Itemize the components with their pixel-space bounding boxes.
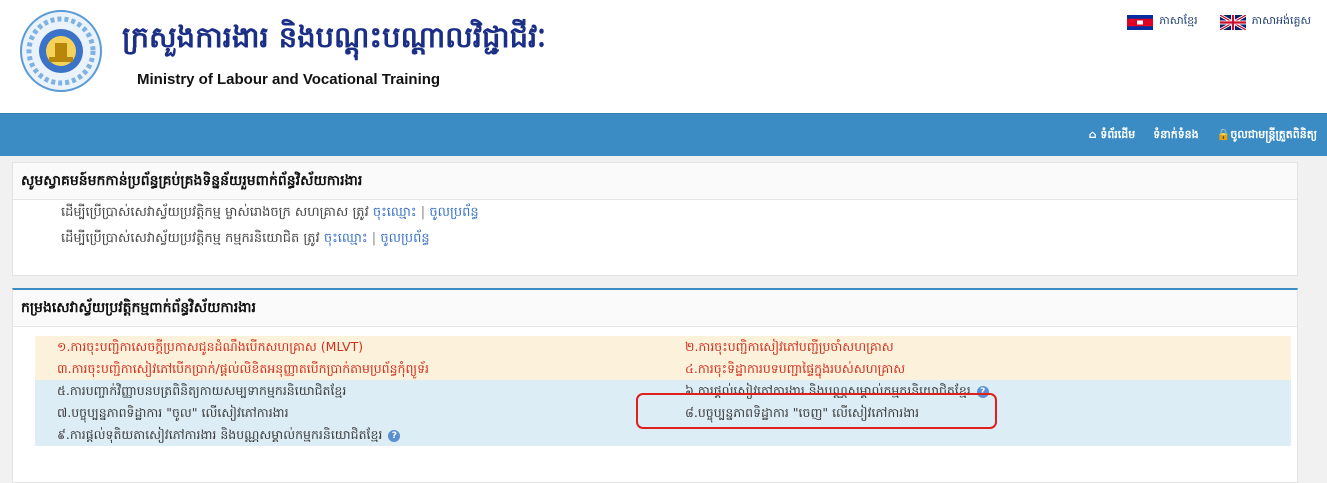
lock-icon: 🔒 [1216,128,1231,141]
services-row: ៧.បច្ចុប្បន្នភាពទិដ្ឋាការ "ចូល" លើសៀវភៅក… [35,402,1291,424]
service-6-link[interactable]: ៦.ការផ្តល់សៀវភៅការងារ និងបណ្ណសម្គាល់កម្ម… [663,380,1291,402]
service-2-link[interactable]: ២.ការចុះបញ្ជិកាសៀវភៅបញ្ជីប្រចាំសហគ្រាស [663,336,1291,358]
service-5-link[interactable]: ៥.ការបញ្ចាក់វិញ្ញាបនបត្រពិនិត្យកាយសម្បទា… [35,380,663,402]
nav-inspector-login[interactable]: 🔒ចូលជាមន្រ្តីត្រួតពិនិត្យ [1217,128,1317,144]
services-row: ១.ការចុះបញ្ជិកាសេចក្តីប្រកាសជូនដំណឹងបើកស… [35,336,1291,358]
nav-contact[interactable]: ទំនាក់ទំនង [1153,128,1198,144]
worker-access-line: ដើម្បីប្រើប្រាស់សេវាស្វ័យប្រវត្តិកម្ម កម… [13,226,1297,252]
worker-register-link[interactable]: ចុះឈ្មោះ [324,231,368,246]
lang-khmer[interactable]: ភាសាខ្មែរ [1127,14,1198,30]
uk-flag-icon [1219,14,1246,30]
lang-english-label: ភាសាអង់គ្លេស [1251,14,1311,27]
employer-register-link[interactable]: ចុះឈ្មោះ [373,205,417,220]
welcome-panel: សូមស្វាគមន៍មកកាន់ប្រព័ន្ធគ្រប់គ្រងទិន្នន… [12,162,1298,276]
service-6-label: ៦.ការផ្តល់សៀវភៅការងារ និងបណ្ណសម្គាល់កម្ម… [685,383,971,398]
worker-access-text: ដើម្បីប្រើប្រាស់សេវាស្វ័យប្រវត្តិកម្ម កម… [61,231,320,246]
help-icon[interactable]: ? [388,429,401,442]
service-9-label: ៩.ការផ្តល់ទុតិយតាសៀវភៅការងារ និងបណ្ណសម្គ… [57,427,383,442]
service-7-link[interactable]: ៧.បច្ចុប្បន្នភាពទិដ្ឋាការ "ចូល" លើសៀវភៅក… [35,402,663,424]
home-icon: ⌂ [1088,128,1097,141]
top-navbar: ⌂ ទំព័រដើម ទំនាក់ទំនង 🔒ចូលជាមន្រ្តីត្រួត… [0,113,1327,156]
services-row: ៣.ការចុះបញ្ជិកាសៀវភៅបើកប្រាក់/ផ្តល់លិខិត… [35,358,1291,380]
employer-access-text: ដើម្បីប្រើប្រាស់សេវាស្វ័យប្រវត្តិកម្ម ម្… [61,205,369,220]
lang-english[interactable]: ភាសាអង់គ្លេស [1219,14,1311,30]
link-separator: | [420,205,426,220]
cambodia-flag-icon [1127,14,1154,30]
services-heading: កម្រងសេវាស្វ័យប្រវត្តិកម្មពាក់ព័ន្ធវិស័យ… [13,290,1297,327]
site-title-km: ក្រសួងការងារ និងបណ្តុះបណ្តាលវិជ្ជាជីវៈ [122,20,547,54]
site-title-en: Ministry of Labour and Vocational Traini… [137,71,441,88]
worker-login-link[interactable]: ចូលប្រព័ន្ធ [380,231,429,246]
nav-home[interactable]: ⌂ ទំព័រដើម [1089,128,1136,144]
services-row: ៩.ការផ្តល់ទុតិយតាសៀវភៅការងារ និងបណ្ណសម្គ… [35,424,1291,446]
employer-access-line: ដើម្បីប្រើប្រាស់សេវាស្វ័យប្រវត្តិកម្ម ម្… [13,200,1297,226]
services-panel: កម្រងសេវាស្វ័យប្រវត្តិកម្មពាក់ព័ន្ធវិស័យ… [12,288,1298,483]
language-switcher: ភាសាខ្មែរ ភាសាអង់គ្លេស [1127,14,1311,30]
ministry-logo[interactable] [19,9,103,93]
service-8-link[interactable]: ៨.បច្ចុប្បន្នភាពទិដ្ឋាការ "ចេញ" លើសៀវភៅក… [663,402,1291,424]
services-grid: ១.ការចុះបញ្ជិកាសេចក្តីប្រកាសជូនដំណឹងបើកស… [35,336,1291,446]
help-icon[interactable]: ? [976,385,989,398]
empty-cell [663,424,1291,446]
services-row: ៥.ការបញ្ចាក់វិញ្ញាបនបត្រពិនិត្យកាយសម្បទា… [35,380,1291,402]
nav-login-label: ចូលជាមន្រ្តីត្រួតពិនិត្យ [1230,128,1317,141]
welcome-heading: សូមស្វាគមន៍មកកាន់ប្រព័ន្ធគ្រប់គ្រងទិន្នន… [13,163,1297,200]
service-9-link[interactable]: ៩.ការផ្តល់ទុតិយតាសៀវភៅការងារ និងបណ្ណសម្គ… [35,424,663,446]
nav-home-label: ទំព័រដើម [1100,128,1136,141]
lang-khmer-label: ភាសាខ្មែរ [1159,14,1198,27]
link-separator: | [371,231,377,246]
employer-login-link[interactable]: ចូលប្រព័ន្ធ [429,205,478,220]
service-3-link[interactable]: ៣.ការចុះបញ្ជិកាសៀវភៅបើកប្រាក់/ផ្តល់លិខិត… [35,358,663,380]
service-1-link[interactable]: ១.ការចុះបញ្ជិកាសេចក្តីប្រកាសជូនដំណឹងបើកស… [35,336,663,358]
service-4-link[interactable]: ៤.ការចុះទិដ្ឋាការបទបញ្ជាផ្ទៃក្នុងរបស់សហគ… [663,358,1291,380]
site-header: ក្រសួងការងារ និងបណ្តុះបណ្តាលវិជ្ជាជីវៈ M… [0,0,1327,113]
